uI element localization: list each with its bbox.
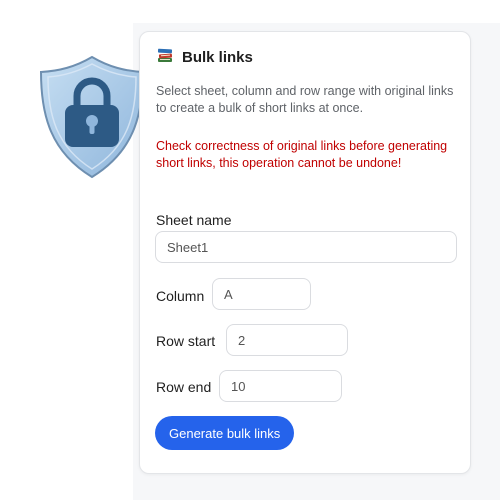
- panel-title: Bulk links: [182, 49, 253, 66]
- column-input[interactable]: [212, 278, 311, 310]
- books-icon: [156, 46, 174, 69]
- column-label: Column: [156, 288, 205, 304]
- sheet-name-label: Sheet name: [156, 212, 232, 228]
- bulk-links-panel: Bulk links Select sheet, column and row …: [139, 31, 471, 474]
- generate-bulk-links-button[interactable]: Generate bulk links: [155, 416, 295, 450]
- panel-header: Bulk links: [156, 46, 253, 69]
- shield-lock-icon: [37, 54, 147, 180]
- warning-text: Check correctness of original links befo…: [156, 139, 448, 170]
- row-end-label: Row end: [156, 379, 212, 395]
- panel-description: Select sheet, column and row range with …: [156, 84, 454, 115]
- row-end-input[interactable]: [219, 370, 342, 402]
- row-start-label: Row start: [156, 333, 216, 349]
- row-start-input[interactable]: [226, 324, 348, 356]
- sheet-name-input[interactable]: [155, 231, 457, 263]
